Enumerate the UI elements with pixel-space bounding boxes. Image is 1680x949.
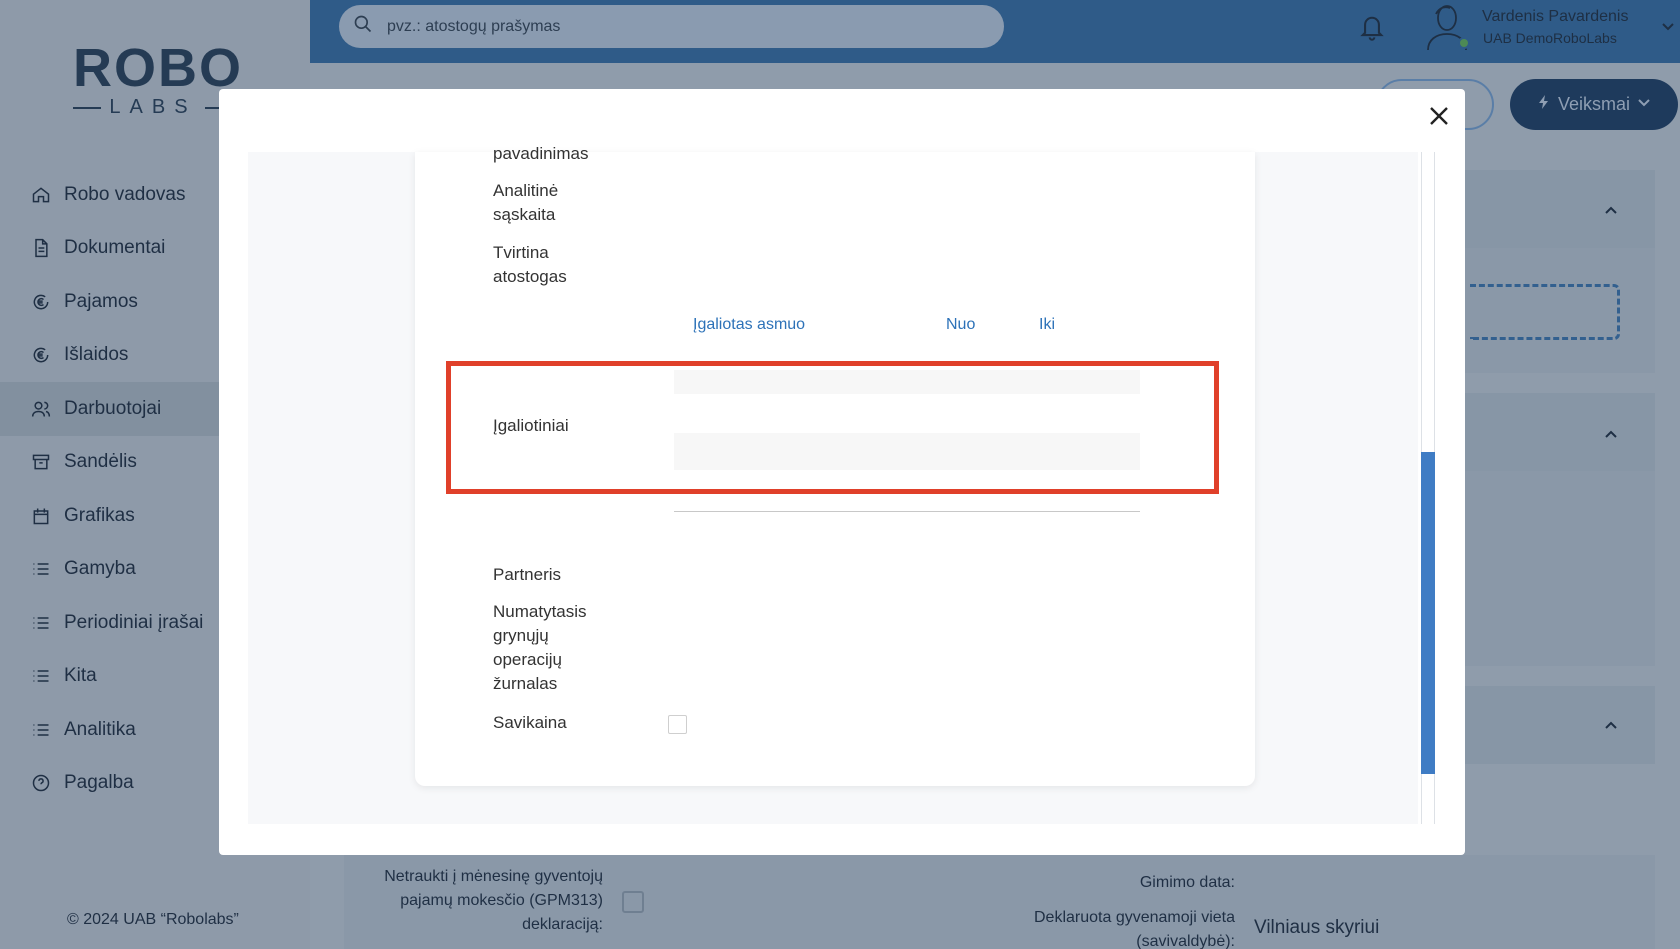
archive-icon bbox=[30, 451, 52, 473]
home-icon bbox=[30, 184, 52, 206]
column-header-to[interactable]: Iki bbox=[1039, 316, 1055, 334]
analytic-account-label: Analitinė sąskaita bbox=[493, 181, 559, 224]
upload-dropzone[interactable] bbox=[1470, 284, 1620, 340]
logo-text: ROBO bbox=[73, 38, 243, 98]
residence-label: Deklaruota gyvenamoji vieta (savivaldybė… bbox=[1034, 909, 1235, 949]
name-field-label: pavadinimas bbox=[493, 144, 589, 163]
list-icon bbox=[30, 558, 52, 580]
collapse-chevron-up-icon[interactable] bbox=[1603, 427, 1619, 443]
partner-label: Partneris bbox=[493, 565, 562, 584]
copyright-text: © 2024 UAB “Robolabs” bbox=[67, 911, 239, 928]
collapse-chevron-up-icon[interactable] bbox=[1603, 203, 1619, 219]
list-icon bbox=[30, 719, 52, 741]
birth-date-label: Gimimo data: bbox=[1139, 874, 1235, 891]
user-menu-chevron-down-icon[interactable] bbox=[1660, 18, 1676, 39]
list-icon bbox=[30, 612, 52, 634]
approves-leave-label: Tvirtina atostogas bbox=[493, 243, 567, 286]
column-header-delegate[interactable]: Įgaliotas asmuo bbox=[693, 316, 805, 334]
gpm-exclude-label: Netraukti į mėnesinę gyventojų pajamų mo… bbox=[384, 868, 603, 933]
actions-button[interactable]: Veiksmai bbox=[1510, 79, 1678, 130]
euro-in-icon bbox=[30, 291, 52, 313]
notifications-bell-icon[interactable] bbox=[1358, 12, 1386, 47]
cost-checkbox[interactable] bbox=[668, 715, 687, 734]
search-input[interactable] bbox=[387, 17, 947, 36]
gpm-exclude-checkbox[interactable] bbox=[622, 891, 644, 913]
collapse-chevron-up-icon[interactable] bbox=[1603, 718, 1619, 734]
help-icon bbox=[30, 772, 52, 794]
search-icon bbox=[353, 14, 373, 39]
user-name[interactable]: Vardenis Pavardenis bbox=[1482, 8, 1628, 26]
close-icon[interactable] bbox=[1428, 105, 1450, 127]
residence-value: Vilniaus skyriui bbox=[1254, 917, 1380, 938]
users-icon bbox=[30, 398, 52, 420]
cost-label: Savikaina bbox=[493, 713, 567, 732]
delegates-highlight-box bbox=[446, 361, 1219, 494]
table-divider bbox=[674, 511, 1140, 512]
list-icon bbox=[30, 665, 52, 687]
online-status-dot bbox=[1458, 37, 1470, 49]
search-bar[interactable] bbox=[339, 5, 1004, 48]
chevron-down-icon bbox=[1636, 94, 1652, 115]
user-company: UAB DemoRoboLabs bbox=[1483, 30, 1617, 46]
euro-out-icon bbox=[30, 344, 52, 366]
cash-journal-label: Numatytasis grynųjų operacijų žurnalas bbox=[493, 602, 587, 693]
document-icon bbox=[30, 237, 52, 259]
robolabs-logo[interactable]: ROBO LABS bbox=[73, 38, 243, 118]
calendar-icon bbox=[30, 505, 52, 527]
column-header-from[interactable]: Nuo bbox=[946, 316, 975, 334]
modal-scrollbar-thumb[interactable] bbox=[1421, 452, 1435, 774]
logo-subtext: LABS bbox=[109, 96, 197, 118]
lightning-icon bbox=[1536, 94, 1552, 115]
